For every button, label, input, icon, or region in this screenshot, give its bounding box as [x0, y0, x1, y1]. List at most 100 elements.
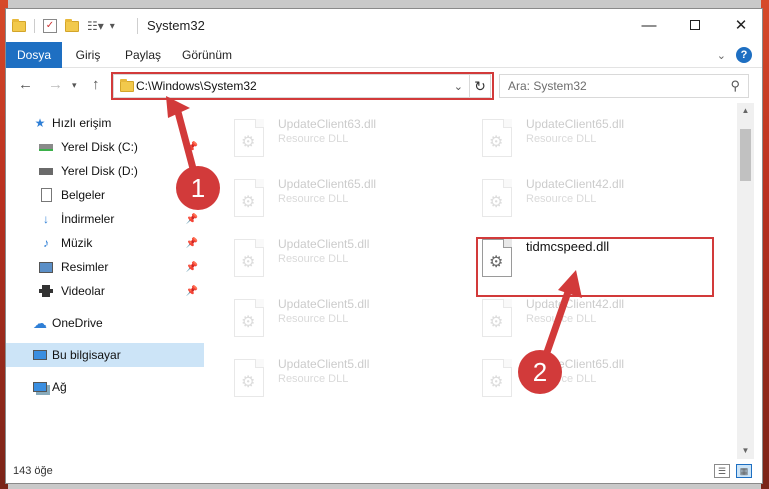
gear-icon: ⚙ [241, 134, 256, 151]
sidebar-item-label: Yerel Disk (D:) [61, 164, 138, 178]
tab-home[interactable]: Giriş [63, 42, 113, 68]
list-item[interactable]: ⚙ UpdateClient65.dll Resource DLL [474, 351, 714, 403]
maximize-icon [690, 20, 700, 30]
file-description: Resource DLL [278, 373, 349, 385]
video-icon [38, 284, 54, 298]
sidebar-item-network[interactable]: Ağ [6, 375, 204, 399]
network-icon [32, 380, 48, 394]
maximize-button[interactable] [672, 9, 718, 41]
navigation-pane: ★ Hızlı erişim Yerel Disk (C:) 📌 Yerel D… [6, 103, 204, 459]
sidebar-item-music[interactable]: ♪ Müzik 📌 [6, 231, 204, 255]
file-description: Resource DLL [278, 133, 349, 145]
minimize-button[interactable]: — [626, 9, 672, 41]
list-item[interactable]: ⚙ UpdateClient5.dll Resource DLL [226, 351, 466, 403]
gear-icon: ⚙ [489, 314, 504, 331]
list-item[interactable]: ⚙ UpdateClient5.dll Resource DLL [226, 231, 466, 283]
tiles-view-icon[interactable]: ▦ [736, 464, 752, 478]
file-description: Resource DLL [278, 313, 349, 325]
minimize-icon: — [641, 16, 657, 34]
dll-file-icon: ⚙ [482, 119, 512, 157]
sidebar-item-label: Müzik [61, 236, 93, 250]
sidebar-item-label: Ağ [52, 380, 67, 394]
tab-file[interactable]: Dosya [6, 42, 62, 68]
sidebar-item-documents[interactable]: Belgeler 📌 [6, 183, 204, 207]
sidebar-item-downloads[interactable]: ↓ İndirmeler 📌 [6, 207, 204, 231]
list-item[interactable]: ⚙ UpdateClient5.dll Resource DLL [226, 291, 466, 343]
sidebar-item-quick-access[interactable]: ★ Hızlı erişim [6, 111, 204, 135]
tab-share[interactable]: Paylaş [116, 42, 170, 68]
list-item[interactable]: ⚙ UpdateClient42.dll Resource DLL [474, 291, 714, 343]
vertical-scrollbar[interactable]: ▲ ▼ [737, 103, 754, 459]
search-box[interactable]: Ara: System32 ⚲ [499, 74, 749, 98]
customize-toolbar-icon[interactable]: ▾ [110, 21, 115, 32]
scrollbar-thumb[interactable] [740, 129, 751, 181]
dll-file-icon: ⚙ [234, 239, 264, 277]
list-item[interactable]: ⚙ UpdateClient42.dll Resource DLL [474, 171, 714, 223]
forward-arrow-icon[interactable]: → [48, 76, 63, 93]
search-input[interactable]: Ara: System32 [508, 79, 587, 93]
file-name: UpdateClient65.dll [526, 117, 625, 131]
back-arrow-icon[interactable]: ← [18, 76, 33, 93]
pin-icon[interactable]: 📌 [186, 142, 198, 153]
file-name: UpdateClient5.dll [278, 357, 370, 371]
dll-file-icon: ⚙ [234, 299, 264, 337]
file-list: ⚙ UpdateClient63.dll Resource DLL ⚙ Upda… [204, 103, 737, 459]
pin-icon[interactable]: 📌 [186, 238, 198, 249]
new-folder-icon[interactable] [65, 18, 79, 32]
explorer-window: ✓ ☷▾ ▾ System32 — ✕ Dosya Giriş Paylaş G… [5, 8, 763, 484]
list-item[interactable]: ⚙ UpdateClient65.dll Resource DLL [226, 171, 466, 223]
sidebar-item-label: Videolar [61, 284, 105, 298]
sidebar-item-label: Resimler [61, 260, 109, 274]
details-view-icon[interactable]: ☰ [714, 464, 730, 478]
file-name: UpdateClient63.dll [278, 117, 377, 131]
dll-file-icon: ⚙ [234, 119, 264, 157]
item-count: 143 öğe [13, 465, 53, 477]
step-badge-2: 2 [518, 350, 562, 394]
ribbon-tabs: Dosya Giriş Paylaş Görünüm ⌄ ? [6, 42, 762, 68]
file-description: Resource DLL [526, 193, 597, 205]
sidebar-item-videos[interactable]: Videolar 📌 [6, 279, 204, 303]
tab-view[interactable]: Görünüm [176, 42, 238, 68]
music-icon: ♪ [43, 236, 49, 250]
dll-file-icon: ⚙ [234, 359, 264, 397]
recent-locations-icon[interactable]: ▾ [72, 80, 77, 91]
scroll-down-icon[interactable]: ▼ [737, 443, 754, 459]
sidebar-item-onedrive[interactable]: ☁ OneDrive [6, 311, 204, 335]
step-badge-1: 1 [176, 166, 220, 210]
sidebar-item-local-disk-d[interactable]: Yerel Disk (D:) 📌 [6, 159, 204, 183]
title-bar: ✓ ☷▾ ▾ System32 — ✕ [6, 9, 762, 42]
dll-file-icon: ⚙ [482, 179, 512, 217]
properties-icon[interactable]: ✓ [43, 19, 57, 33]
view-menu-icon[interactable]: ☷▾ [87, 19, 104, 33]
file-description: Resource DLL [526, 133, 597, 145]
dll-file-icon: ⚙ [482, 299, 512, 337]
gear-icon: ⚙ [489, 194, 504, 211]
list-item[interactable]: ⚙ UpdateClient63.dll Resource DLL [226, 111, 466, 163]
file-description: Resource DLL [278, 193, 349, 205]
ribbon-controls: ⌄ ? [717, 47, 752, 63]
up-arrow-icon[interactable]: ↑ [92, 76, 100, 93]
pin-icon[interactable]: 📌 [186, 286, 198, 297]
list-item[interactable]: ⚙ UpdateClient65.dll Resource DLL [474, 111, 714, 163]
computer-icon [32, 348, 48, 362]
close-icon: ✕ [734, 17, 748, 34]
scroll-up-icon[interactable]: ▲ [737, 103, 754, 119]
drive-icon [38, 140, 54, 154]
close-button[interactable]: ✕ [718, 9, 764, 41]
download-icon: ↓ [43, 212, 49, 226]
sidebar-item-pictures[interactable]: Resimler 📌 [6, 255, 204, 279]
pin-icon[interactable]: 📌 [186, 214, 198, 225]
expand-ribbon-icon[interactable]: ⌄ [717, 49, 726, 62]
status-bar: 143 öğe ☰ ▦ [6, 461, 762, 483]
gear-icon: ⚙ [241, 194, 256, 211]
pin-icon[interactable]: 📌 [186, 262, 198, 273]
help-icon[interactable]: ? [736, 47, 752, 63]
drive-icon [38, 164, 54, 178]
pictures-icon [38, 260, 54, 274]
document-icon [38, 188, 54, 202]
toolbar-divider [34, 19, 35, 33]
sidebar-item-local-disk-c[interactable]: Yerel Disk (C:) 📌 [6, 135, 204, 159]
sidebar-item-this-pc[interactable]: Bu bilgisayar [6, 343, 204, 367]
gear-icon: ⚙ [241, 314, 256, 331]
sidebar-item-label: OneDrive [52, 316, 103, 330]
